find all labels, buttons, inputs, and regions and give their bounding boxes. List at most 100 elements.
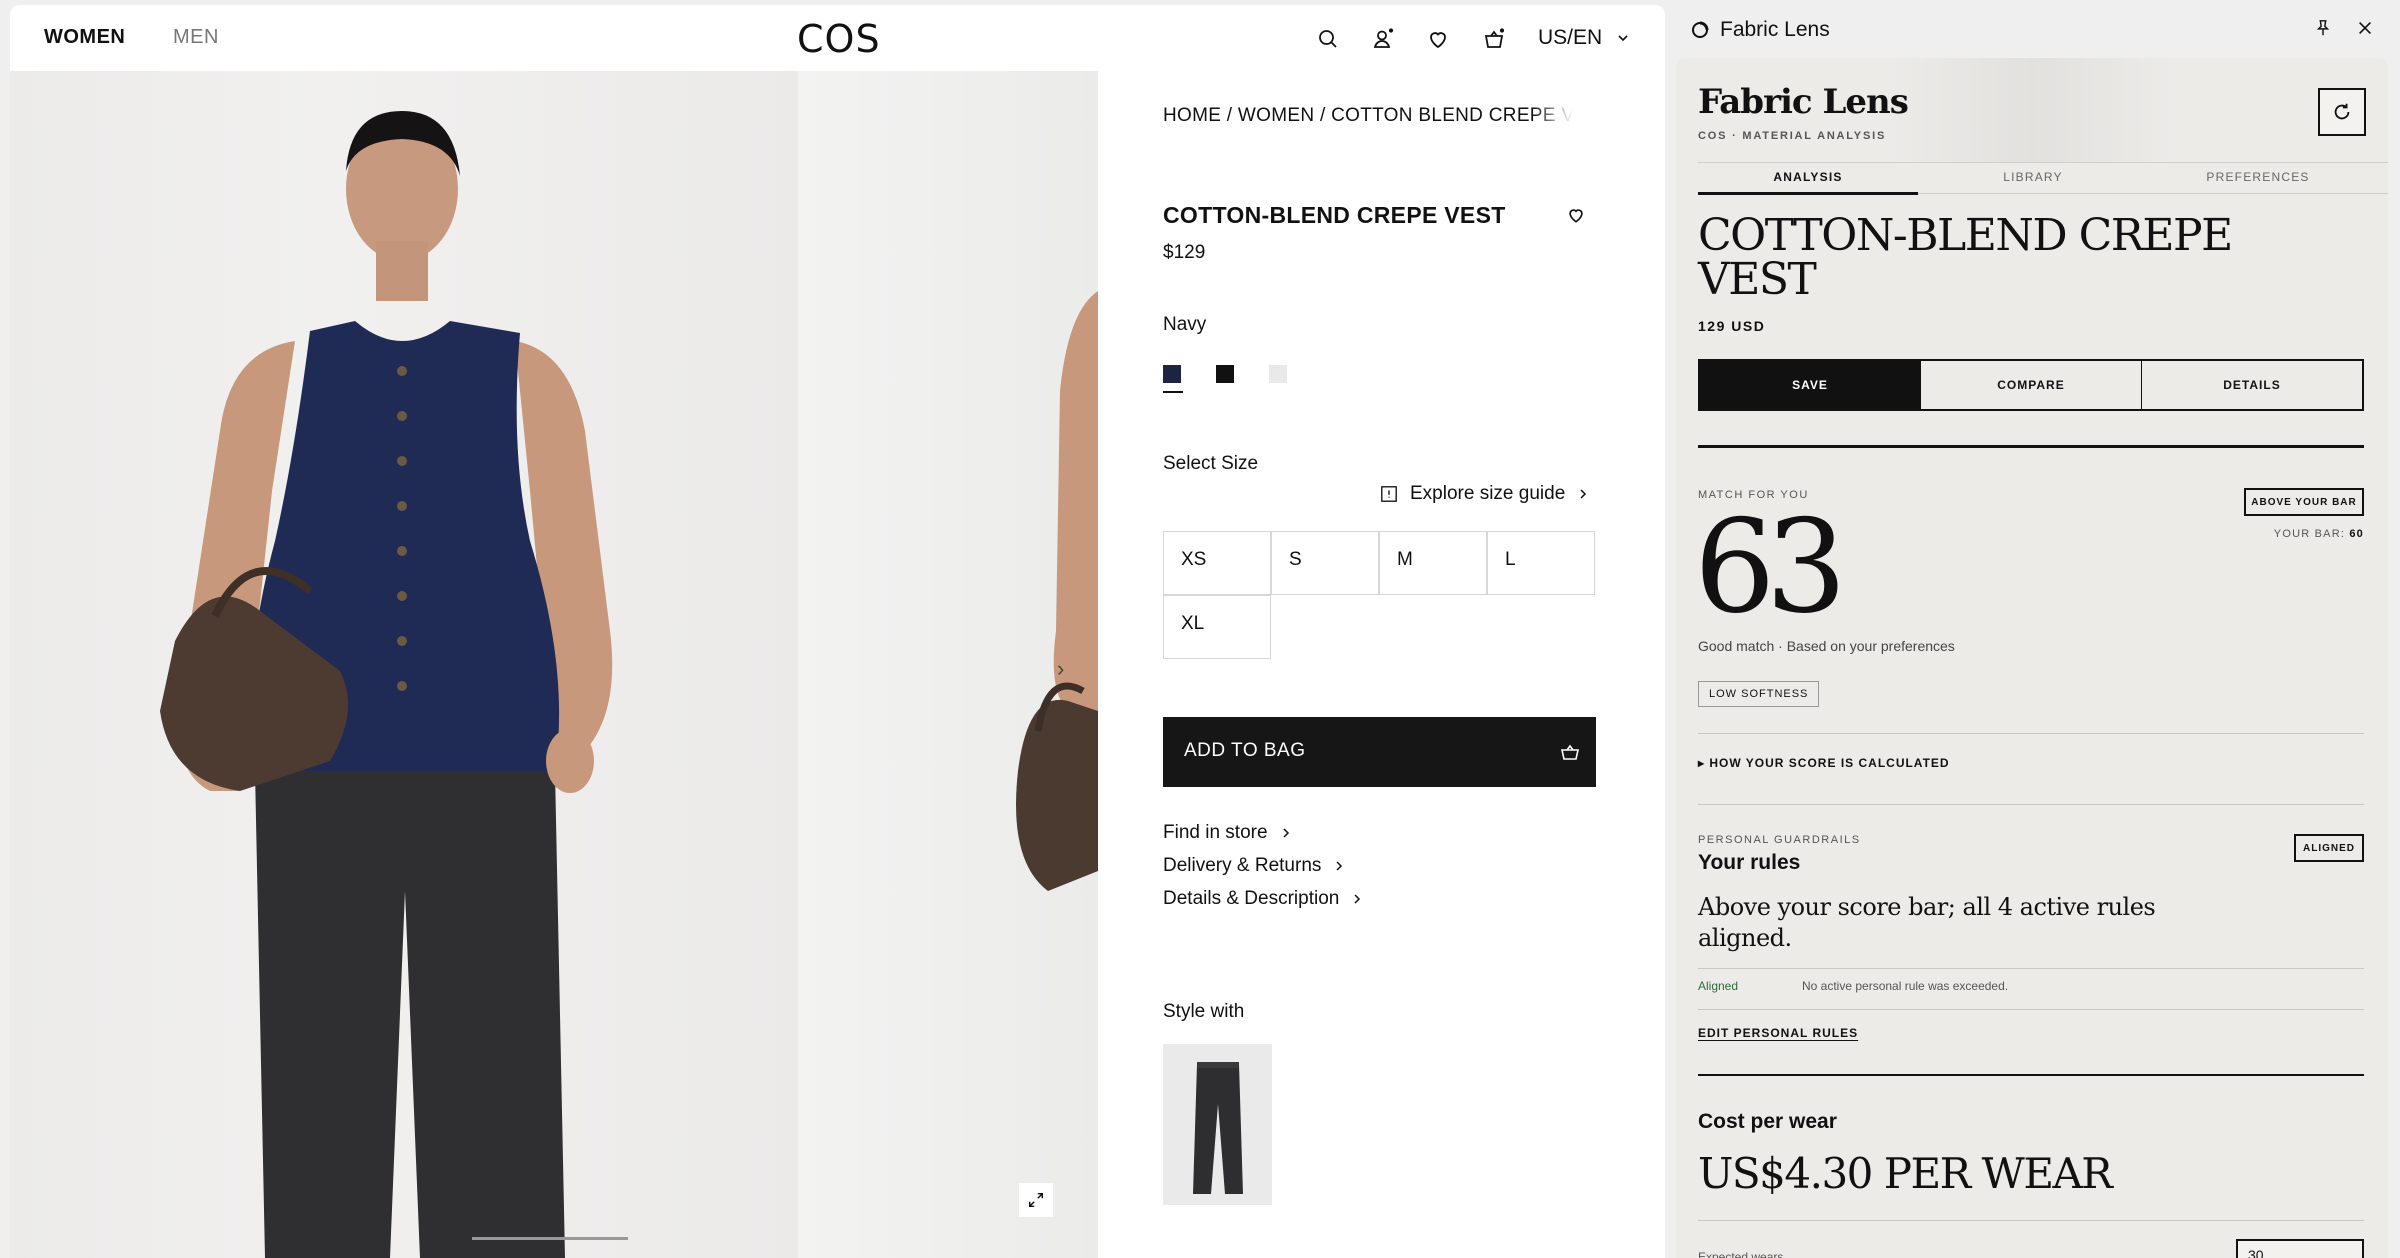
top-navigation: WOMEN MEN COS US/EN — [10, 5, 1665, 71]
swatch-black[interactable] — [1216, 365, 1234, 383]
color-label: Navy — [1163, 314, 1207, 335]
panel-subtitle: COS · MATERIAL ANALYSIS — [1698, 130, 1887, 142]
fabric-lens-panel: Fabric Lens COS · MATERIAL ANALYSIS ANAL… — [1676, 58, 2388, 1258]
chevron-right-icon — [1283, 828, 1289, 838]
rules-summary: Above your score bar; all 4 active rules… — [1698, 893, 2156, 952]
swatch-white[interactable] — [1269, 365, 1287, 383]
size-option-xs[interactable]: XS — [1163, 531, 1271, 595]
your-bar-readout: YOUR BAR: 60 — [2176, 528, 2364, 540]
swatch-navy[interactable] — [1163, 365, 1181, 383]
tab-preferences[interactable]: PREFERENCES — [2148, 170, 2368, 184]
above-bar-badge: ABOVE YOUR BAR — [2244, 488, 2364, 516]
shopping-bag-icon — [1559, 741, 1581, 763]
your-bar-value: 60 — [2349, 528, 2364, 540]
tab-analysis[interactable]: ANALYSIS — [1698, 170, 1918, 184]
chevron-right-icon — [1336, 861, 1343, 871]
bag-icon[interactable] — [1482, 27, 1506, 51]
account-icon[interactable] — [1371, 27, 1395, 51]
tab-library[interactable]: LIBRARY — [1923, 170, 2143, 184]
search-icon[interactable] — [1316, 27, 1340, 51]
add-to-bag-label: ADD TO BAG — [1184, 740, 1306, 761]
product-gallery: › — [10, 71, 1098, 1258]
delivery-returns-link[interactable]: Delivery & Returns — [1163, 855, 1345, 877]
rules-title: Your rules — [1698, 851, 1801, 874]
panel-header: Fabric Lens COS · MATERIAL ANALYSIS — [1676, 58, 2388, 162]
find-in-store-link[interactable]: Find in store — [1163, 822, 1292, 844]
chevron-right-icon — [1354, 894, 1361, 904]
extension-window-title: Fabric Lens — [1720, 18, 1830, 41]
aligned-status-value: No active personal rule was exceeded. — [1802, 979, 2009, 993]
edit-personal-rules-link[interactable]: EDIT PERSONAL RULES — [1698, 1026, 1858, 1040]
details-button[interactable]: DETAILS — [2142, 361, 2362, 409]
nav-men[interactable]: MEN — [173, 26, 219, 49]
save-button[interactable]: SAVE — [1700, 361, 1921, 409]
refresh-icon — [2334, 103, 2350, 120]
expand-icon — [1028, 1192, 1044, 1208]
section-divider — [1698, 1074, 2364, 1076]
aligned-badge: ALIGNED — [2294, 834, 2364, 862]
size-guide-label: Explore size guide — [1410, 483, 1566, 504]
size-option-m[interactable]: M — [1379, 531, 1487, 595]
score-explanation-toggle[interactable]: ▸ HOW YOUR SCORE IS CALCULATED — [1698, 756, 1950, 770]
compare-button[interactable]: COMPARE — [1921, 361, 2142, 409]
chevron-right-icon — [1580, 489, 1587, 499]
product-price: $129 — [1163, 242, 1206, 263]
link-label: Find in store — [1163, 822, 1268, 843]
divider — [1698, 1009, 2364, 1010]
wishlist-icon[interactable] — [1426, 27, 1450, 51]
close-icon[interactable] — [2356, 19, 2376, 39]
match-description: Good match · Based on your preferences — [1698, 638, 1955, 654]
pin-icon[interactable] — [2314, 19, 2334, 39]
cos-logo[interactable]: COS — [797, 17, 881, 61]
section-divider — [1698, 445, 2364, 448]
size-label: Select Size — [1163, 453, 1259, 474]
refresh-button[interactable] — [2318, 88, 2366, 136]
add-to-bag-button[interactable]: ADD TO BAG — [1163, 717, 1596, 787]
action-buttons: SAVE COMPARE DETAILS — [1698, 359, 2364, 411]
gallery-next-arrow[interactable]: › — [1057, 656, 1064, 682]
store-window: WOMEN MEN COS US/EN › HOME / WOMEN / COT… — [10, 5, 1665, 1258]
product-details: HOME / WOMEN / COTTON BLEND CREPE VEST C… — [1098, 71, 1665, 1258]
link-label: Details & Description — [1163, 888, 1340, 909]
heart-icon[interactable] — [1566, 205, 1586, 225]
cost-per-wear-value: US$4.30 PER WEAR — [1698, 1149, 2113, 1198]
softness-badge: LOW SOFTNESS — [1698, 681, 1820, 707]
analysis-product-title: COTTON-BLEND CREPE VEST — [1698, 210, 2233, 305]
divider — [1698, 804, 2364, 805]
style-with-heading: Style with — [1163, 1001, 1245, 1022]
link-label: Delivery & Returns — [1163, 855, 1322, 876]
breadcrumb[interactable]: HOME / WOMEN / COTTON BLEND CREPE VEST — [1163, 105, 1573, 127]
product-title: COTTON-BLEND CREPE VEST — [1163, 202, 1506, 228]
expected-wears-input[interactable]: 30 — [2236, 1239, 2364, 1258]
divider — [1698, 968, 2364, 969]
selected-swatch-indicator — [1163, 391, 1183, 393]
panel-tabs: ANALYSIS LIBRARY PREFERENCES — [1698, 162, 2388, 195]
gallery-progress-indicator — [472, 1237, 628, 1240]
guardrails-label: PERSONAL GUARDRAILS — [1698, 834, 1861, 846]
expand-image-button[interactable] — [1019, 1183, 1053, 1217]
cost-per-wear-label: Cost per wear — [1698, 1110, 1837, 1133]
locale-selector[interactable]: US/EN — [1538, 26, 1602, 50]
size-guide-link[interactable]: Explore size guide — [1380, 483, 1589, 505]
expected-wears-label: Expected wears — [1698, 1250, 1784, 1258]
product-image-secondary[interactable] — [798, 71, 1098, 1258]
ruler-icon — [1381, 486, 1397, 502]
nav-women[interactable]: WOMEN — [44, 26, 125, 49]
style-with-jeans-thumbnail[interactable] — [1163, 1044, 1272, 1205]
divider — [1698, 1220, 2364, 1221]
size-option-s[interactable]: S — [1271, 531, 1379, 595]
extension-header: Fabric Lens — [1676, 0, 2400, 58]
chevron-down-icon[interactable] — [1616, 31, 1630, 45]
details-description-link[interactable]: Details & Description — [1163, 888, 1363, 910]
your-bar-label: YOUR BAR: — [2273, 528, 2346, 540]
active-tab-indicator — [1698, 192, 1918, 195]
size-option-xl[interactable]: XL — [1163, 595, 1271, 659]
divider — [1698, 733, 2364, 734]
match-score: 63 — [1694, 493, 1847, 642]
product-image-main[interactable] — [10, 71, 798, 1258]
fabric-lens-logo-icon — [1690, 20, 1710, 40]
analysis-price: 129 USD — [1698, 318, 1766, 334]
panel-brand: Fabric Lens — [1698, 82, 1909, 122]
size-option-l[interactable]: L — [1487, 531, 1595, 595]
aligned-status-key: Aligned — [1698, 979, 1739, 993]
